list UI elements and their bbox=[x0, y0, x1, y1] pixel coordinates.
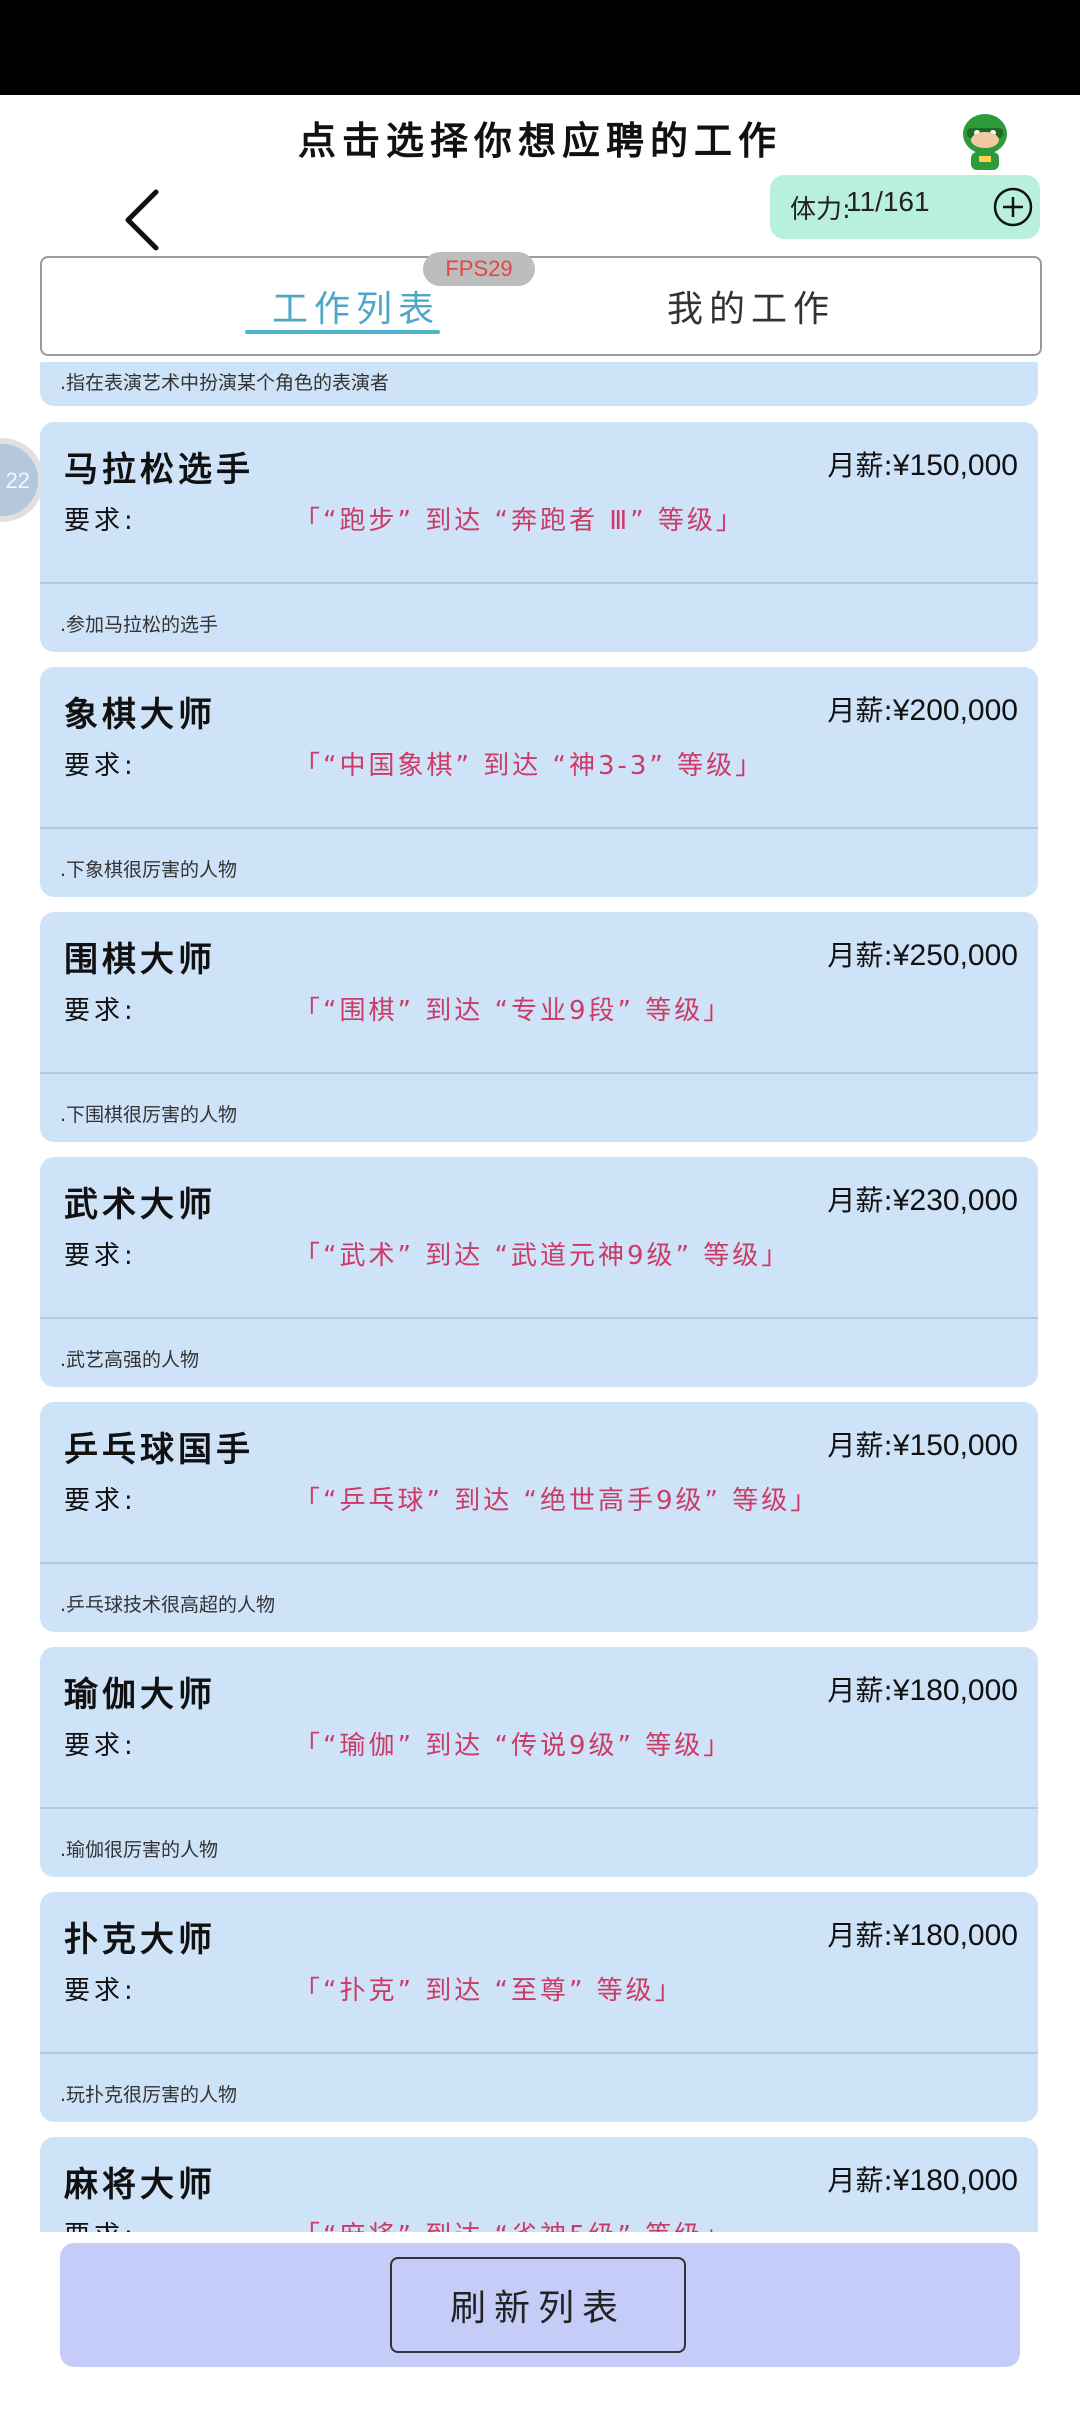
job-salary: 月薪:¥180,000 bbox=[827, 1674, 1018, 1707]
job-requirement: 「“扑克” 到达 “至尊” 等级」 bbox=[294, 1976, 684, 2006]
requirement-label: 要求: bbox=[64, 1486, 137, 1516]
job-title: 马拉松选手 bbox=[64, 450, 254, 490]
job-card[interactable]: 乒乓球国手 月薪:¥150,000 要求: 「“乒乓球” 到达 “绝世高手9级”… bbox=[40, 1402, 1038, 1632]
tab-job-list[interactable]: 工作列表 bbox=[272, 280, 440, 332]
job-card[interactable]: 武术大师 月薪:¥230,000 要求: 「“武术” 到达 “武道元神9级” 等… bbox=[40, 1157, 1038, 1387]
page-title: 点击选择你想应聘的工作 bbox=[297, 119, 782, 163]
job-requirement: 「“围棋” 到达 “专业9段” 等级」 bbox=[294, 996, 733, 1026]
job-card[interactable]: 扑克大师 月薪:¥180,000 要求: 「“扑克” 到达 “至尊” 等级」 .… bbox=[40, 1892, 1038, 2122]
job-salary: 月薪:¥150,000 bbox=[827, 449, 1018, 482]
requirement-label: 要求: bbox=[64, 1241, 137, 1271]
card-divider bbox=[40, 1317, 1038, 1319]
card-divider bbox=[40, 2052, 1038, 2054]
requirement-label: 要求: bbox=[64, 1731, 137, 1761]
job-requirement: 「“武术” 到达 “武道元神9级” 等级」 bbox=[294, 1241, 791, 1271]
job-salary: 月薪:¥200,000 bbox=[827, 694, 1018, 727]
add-stamina-icon[interactable] bbox=[992, 186, 1034, 228]
job-card[interactable]: 象棋大师 月薪:¥200,000 要求: 「“中国象棋” 到达 “神3-3” 等… bbox=[40, 667, 1038, 897]
job-title: 扑克大师 bbox=[64, 1920, 216, 1960]
job-description: .下象棋很厉害的人物 bbox=[60, 859, 238, 881]
tab-my-job[interactable]: 我的工作 bbox=[667, 280, 835, 332]
requirement-label: 要求: bbox=[64, 996, 137, 1026]
job-requirement: 「“跑步” 到达 “奔跑者 Ⅲ” 等级」 bbox=[294, 506, 745, 536]
job-card[interactable]: .指在表演艺术中扮演某个角色的表演者 bbox=[40, 362, 1038, 406]
robot-avatar-icon[interactable] bbox=[955, 110, 1015, 174]
active-tab-indicator bbox=[245, 330, 440, 334]
stamina-label: 体力: bbox=[790, 195, 851, 225]
job-description: .参加马拉松的选手 bbox=[60, 614, 219, 636]
job-description: .指在表演艺术中扮演某个角色的表演者 bbox=[60, 372, 390, 394]
card-divider bbox=[40, 1562, 1038, 1564]
job-requirement: 「“麻将” 到达 “雀神5级” 等级」 bbox=[294, 2215, 732, 2232]
job-card[interactable]: 马拉松选手 月薪:¥150,000 要求: 「“跑步” 到达 “奔跑者 Ⅲ” 等… bbox=[40, 422, 1038, 652]
job-salary: 月薪:¥180,000 bbox=[827, 1919, 1018, 1952]
requirement-label: 要求: bbox=[64, 506, 137, 536]
card-divider bbox=[40, 582, 1038, 584]
requirement-label: 要求: bbox=[64, 751, 137, 781]
card-divider bbox=[40, 1807, 1038, 1809]
bottom-action-panel: 刷新列表 bbox=[60, 2243, 1020, 2367]
job-list[interactable]: .指在表演艺术中扮演某个角色的表演者 马拉松选手 月薪:¥150,000 要求:… bbox=[0, 362, 1080, 2232]
job-description: .玩扑克很厉害的人物 bbox=[60, 2084, 238, 2106]
back-arrow-icon[interactable] bbox=[108, 180, 178, 260]
job-title: 乒乓球国手 bbox=[64, 1430, 254, 1470]
refresh-list-button[interactable]: 刷新列表 bbox=[390, 2257, 686, 2353]
card-divider bbox=[40, 827, 1038, 829]
job-description: .乒乓球技术很高超的人物 bbox=[60, 1594, 276, 1616]
job-title: 武术大师 bbox=[64, 1185, 216, 1225]
job-card[interactable]: 麻将大师 月薪:¥180,000 要求: 「“麻将” 到达 “雀神5级” 等级」 bbox=[40, 2137, 1038, 2232]
job-title: 瑜伽大师 bbox=[64, 1675, 216, 1715]
stamina-value: 11/161 bbox=[846, 186, 930, 217]
requirement-label: 要求: bbox=[64, 1976, 137, 2006]
job-salary: 月薪:¥180,000 bbox=[827, 2164, 1018, 2197]
job-title: 麻将大师 bbox=[64, 2165, 216, 2205]
job-requirement: 「“中国象棋” 到达 “神3-3” 等级」 bbox=[294, 751, 765, 781]
job-requirement: 「“瑜伽” 到达 “传说9级” 等级」 bbox=[294, 1731, 733, 1761]
tab-bar: 工作列表 我的工作 bbox=[40, 256, 1042, 356]
card-divider bbox=[40, 1072, 1038, 1074]
job-title: 象棋大师 bbox=[64, 695, 216, 735]
job-salary: 月薪:¥230,000 bbox=[827, 1184, 1018, 1217]
job-salary: 月薪:¥250,000 bbox=[827, 939, 1018, 972]
stamina-indicator: 体力: 11/161 bbox=[770, 175, 1040, 239]
fps-badge: FPS29 bbox=[423, 252, 535, 286]
job-description: .武艺高强的人物 bbox=[60, 1349, 200, 1371]
job-salary: 月薪:¥150,000 bbox=[827, 1429, 1018, 1462]
job-card[interactable]: 瑜伽大师 月薪:¥180,000 要求: 「“瑜伽” 到达 “传说9级” 等级」… bbox=[40, 1647, 1038, 1877]
job-description: .瑜伽很厉害的人物 bbox=[60, 1839, 219, 1861]
job-requirement: 「“乒乓球” 到达 “绝世高手9级” 等级」 bbox=[294, 1486, 820, 1516]
job-card[interactable]: 围棋大师 月薪:¥250,000 要求: 「“围棋” 到达 “专业9段” 等级」… bbox=[40, 912, 1038, 1142]
job-title: 围棋大师 bbox=[64, 940, 216, 980]
requirement-label: 要求: bbox=[64, 2215, 137, 2232]
status-bar bbox=[0, 0, 1080, 95]
job-description: .下围棋很厉害的人物 bbox=[60, 1104, 238, 1126]
